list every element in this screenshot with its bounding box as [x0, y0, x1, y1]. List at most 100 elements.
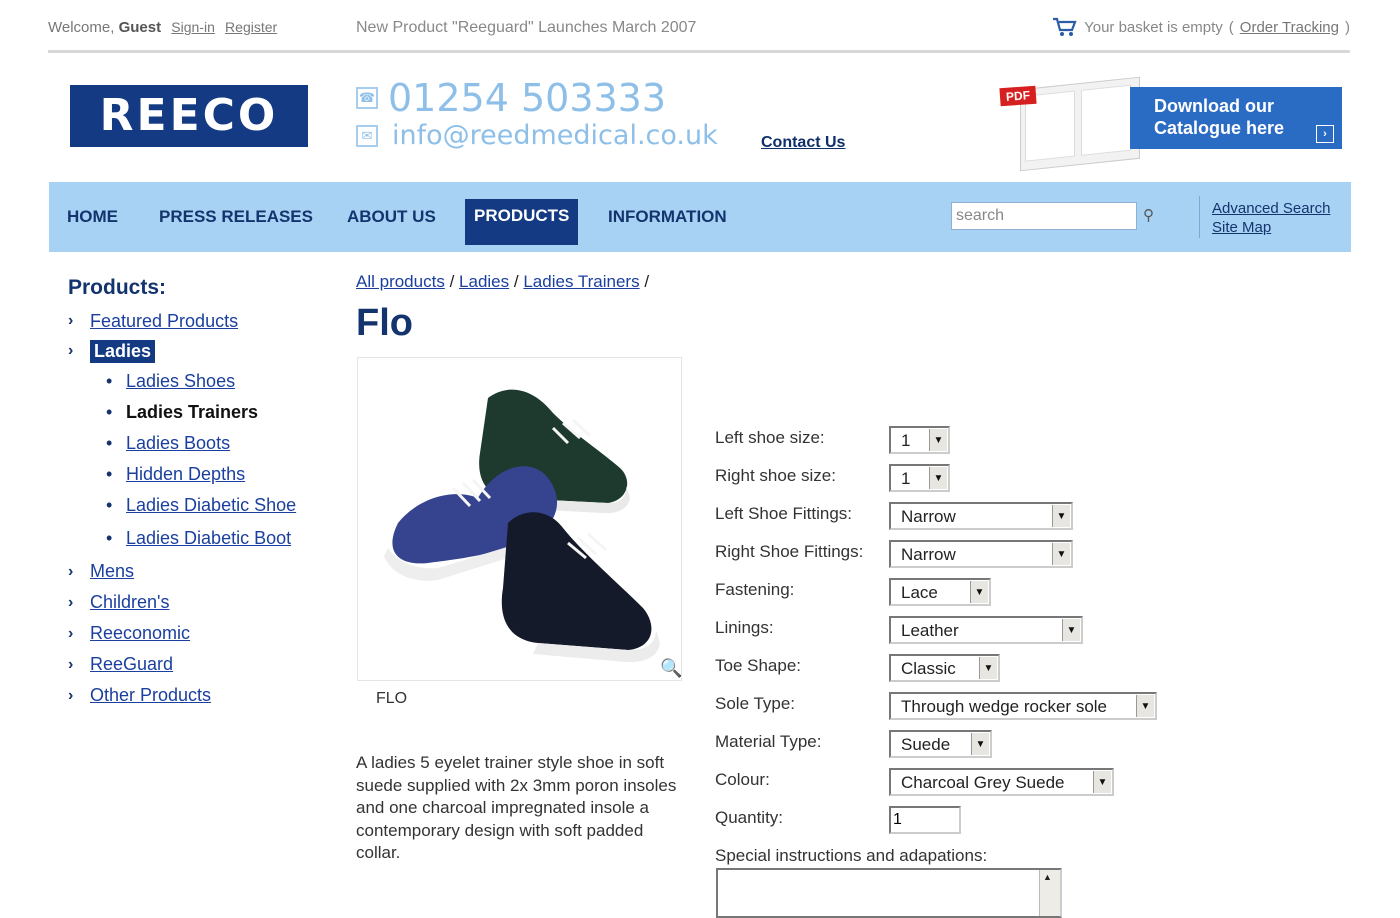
breadcrumb-ladies-trainers[interactable]: Ladies Trainers: [523, 272, 639, 291]
catalogue-page-right: [1081, 84, 1131, 156]
chevron-right-icon: ›: [68, 593, 74, 611]
nav-information[interactable]: INFORMATION: [608, 204, 727, 240]
quantity-input[interactable]: [889, 806, 961, 834]
sidebar-item-mens[interactable]: › Mens: [68, 556, 328, 587]
sidebar-item-featured[interactable]: › Featured Products: [68, 306, 328, 336]
nav-home[interactable]: HOME: [67, 204, 118, 240]
chevron-down-icon[interactable]: ▼: [929, 467, 947, 489]
catalogue-download[interactable]: PDF Download our Catalogue here ›: [999, 75, 1342, 172]
search-icon[interactable]: ⚲: [1143, 206, 1154, 224]
bullet-icon: •: [106, 371, 113, 391]
sidebar-subitem-diabetic-boot[interactable]: • Ladies Diabetic Boot: [68, 521, 328, 556]
right-fit-select[interactable]: Narrow ▼: [889, 540, 1073, 568]
select-value: Leather: [901, 621, 959, 640]
nav-about-us[interactable]: ABOUT US: [347, 204, 436, 240]
paren-open: (: [1228, 18, 1234, 36]
sidebar-subitem-ladies-shoes[interactable]: • Ladies Shoes: [68, 366, 328, 397]
chevron-down-icon[interactable]: ▼: [1062, 619, 1080, 641]
sidebar-item-label[interactable]: Other Products: [90, 685, 211, 706]
right-size-select[interactable]: 1 ▼: [889, 464, 950, 492]
welcome-text: Welcome, Guest Sign-in Register: [48, 19, 277, 36]
chevron-right-icon: ›: [68, 655, 74, 673]
sidebar-item-other-products[interactable]: › Other Products: [68, 680, 328, 711]
catalogue-line2: Catalogue here: [1154, 118, 1285, 138]
products-sidebar: Products: › Featured Products › Ladies •…: [68, 276, 328, 711]
select-value: Narrow: [901, 507, 956, 526]
sidebar-item-label[interactable]: Reeconomic: [90, 623, 190, 644]
search-input[interactable]: [951, 202, 1137, 230]
special-instructions-textarea[interactable]: ▲: [716, 868, 1062, 918]
basket-status: Your basket is empty (Order Tracking): [1052, 16, 1350, 38]
chevron-right-icon: ›: [68, 342, 74, 359]
chevron-down-icon[interactable]: ▼: [1052, 543, 1070, 565]
breadcrumb: All products / Ladies / Ladies Trainers …: [356, 272, 649, 292]
breadcrumb-separator: /: [644, 272, 650, 291]
sidebar-item-reeconomic[interactable]: › Reeconomic: [68, 618, 328, 649]
sidebar-subitem-label[interactable]: Ladies Trainers: [126, 402, 258, 423]
zoom-icon[interactable]: 🔍: [660, 658, 682, 679]
signin-link[interactable]: Sign-in: [171, 19, 215, 35]
sidebar-item-label[interactable]: Ladies: [90, 339, 156, 363]
toe-shape-label: Toe Shape:: [715, 656, 802, 675]
select-value: 1: [901, 431, 911, 450]
sidebar-subitem-label[interactable]: Ladies Shoes: [126, 371, 235, 392]
advanced-search-link[interactable]: Advanced Search: [1212, 199, 1330, 218]
breadcrumb-all-products[interactable]: All products: [356, 272, 445, 291]
arrow-right-icon: ›: [1316, 125, 1334, 143]
left-fit-select[interactable]: Narrow ▼: [889, 502, 1073, 530]
sidebar-item-ladies[interactable]: › Ladies: [68, 336, 328, 366]
nav-press-releases[interactable]: PRESS RELEASES: [159, 204, 313, 240]
breadcrumb-ladies[interactable]: Ladies: [459, 272, 509, 291]
sidebar-subitem-diabetic-shoe[interactable]: • Ladies Diabetic Shoe: [68, 490, 328, 521]
nav-products[interactable]: PRODUCTS: [465, 199, 579, 245]
chevron-down-icon[interactable]: ▼: [970, 581, 988, 603]
product-image[interactable]: [357, 357, 682, 681]
cart-icon[interactable]: [1052, 16, 1078, 38]
sidebar-subitem-label[interactable]: Hidden Depths: [126, 464, 245, 485]
sidebar-item-reeguard[interactable]: › ReeGuard: [68, 649, 328, 680]
sidebar-item-label[interactable]: Mens: [90, 561, 134, 582]
toe-shape-select[interactable]: Classic ▼: [889, 654, 1000, 682]
paren-close: ): [1345, 18, 1350, 36]
sidebar-item-label[interactable]: ReeGuard: [90, 654, 173, 675]
sidebar-subitem-label[interactable]: Ladies Diabetic Boot: [126, 528, 291, 549]
sidebar-item-label[interactable]: Children's: [90, 592, 169, 613]
reeco-logo[interactable]: REECO: [70, 85, 308, 147]
chevron-down-icon[interactable]: ▼: [971, 733, 989, 755]
sidebar-item-childrens[interactable]: › Children's: [68, 587, 328, 618]
register-link[interactable]: Register: [225, 19, 277, 35]
sidebar-subitem-hidden-depths[interactable]: • Hidden Depths: [68, 459, 328, 490]
contact-us-link[interactable]: Contact Us: [761, 134, 845, 152]
left-fit-label: Left Shoe Fittings:: [715, 504, 853, 523]
sidebar-subitem-ladies-boots[interactable]: • Ladies Boots: [68, 428, 328, 459]
chevron-down-icon[interactable]: ▼: [1052, 505, 1070, 527]
left-size-select[interactable]: 1 ▼: [889, 426, 950, 454]
catalogue-banner[interactable]: Download our Catalogue here ›: [1130, 87, 1342, 149]
chevron-down-icon[interactable]: ▼: [929, 429, 947, 451]
linings-select[interactable]: Leather ▼: [889, 616, 1083, 644]
order-tracking-link[interactable]: Order Tracking: [1240, 19, 1339, 36]
chevron-down-icon[interactable]: ▼: [1093, 771, 1111, 793]
textarea-scrollbar[interactable]: ▲: [1039, 870, 1060, 916]
material-type-label: Material Type:: [715, 732, 822, 751]
guest-name: Guest: [118, 19, 162, 36]
top-bar: Welcome, Guest Sign-in Register New Prod…: [48, 14, 1350, 53]
bullet-icon: •: [106, 464, 113, 484]
scroll-up-icon[interactable]: ▲: [1043, 872, 1052, 882]
select-value: Suede: [901, 735, 951, 754]
sidebar-subitem-label[interactable]: Ladies Boots: [126, 433, 230, 454]
sidebar-subitem-label[interactable]: Ladies Diabetic Shoe: [126, 495, 296, 516]
site-map-link[interactable]: Site Map: [1212, 218, 1330, 237]
chevron-down-icon[interactable]: ▼: [979, 657, 997, 679]
chevron-down-icon[interactable]: ▼: [1136, 695, 1154, 717]
email-address[interactable]: info@reedmedical.co.uk: [392, 120, 718, 151]
material-type-select[interactable]: Suede ▼: [889, 730, 992, 758]
sidebar-subitem-ladies-trainers[interactable]: • Ladies Trainers: [68, 397, 328, 428]
colour-select[interactable]: Charcoal Grey Suede ▼: [889, 768, 1114, 796]
fastening-select[interactable]: Lace ▼: [889, 578, 991, 606]
sole-type-select[interactable]: Through wedge rocker sole ▼: [889, 692, 1157, 720]
product-caption: FLO: [376, 690, 408, 707]
bullet-icon: •: [106, 402, 113, 422]
sidebar-item-label[interactable]: Featured Products: [90, 311, 238, 332]
pdf-badge: PDF: [999, 85, 1037, 107]
